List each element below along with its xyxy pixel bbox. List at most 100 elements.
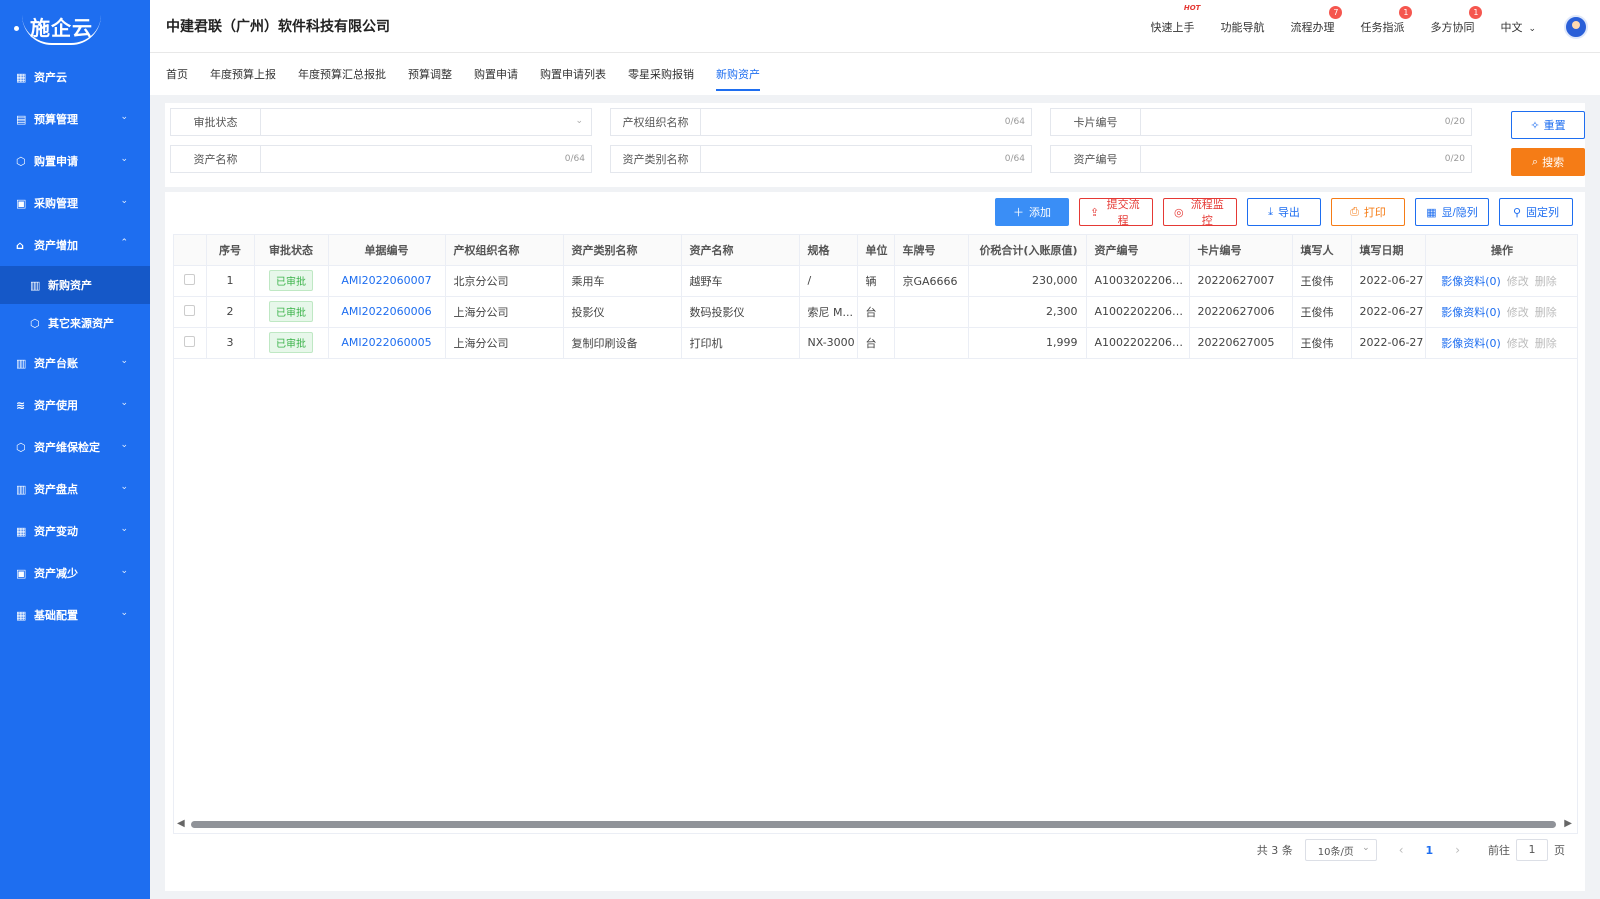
edit-link: 修改 xyxy=(1506,336,1529,350)
sidebar-item[interactable]: ▦ 资产云 xyxy=(0,56,150,98)
cell-spec: NX-3000 xyxy=(799,327,858,359)
print-button[interactable]: ⎙ 打印 xyxy=(1331,198,1405,226)
sidebar-item[interactable]: ⬡ 资产维保检定 ⌄ xyxy=(0,426,150,468)
sidebar-item[interactable]: ⌂ 资产增加 ⌃ xyxy=(0,224,150,266)
column-header: 价税合计(入账原值) xyxy=(968,235,1087,266)
asset-no-input[interactable]: 0/20 xyxy=(1141,146,1471,172)
column-header: 卡片编号 xyxy=(1189,235,1293,266)
tab-item[interactable]: 年度预算汇总报批 xyxy=(298,53,386,95)
row-checkbox[interactable] xyxy=(184,273,196,285)
flow-monitor-label: 流程监控 xyxy=(1190,199,1224,227)
table-toolbar: ＋ 添加 ⇪ 提交流程 ◎ 流程监控 ⤓ 导出 ⎙ 打印 ▦ 显/隐列 ⚲ 固定列 xyxy=(985,198,1573,227)
cell-amount: 2,300 xyxy=(968,296,1087,328)
view-images-link[interactable]: 影像资料(0) xyxy=(1441,337,1501,350)
cube-icon: ⬡ xyxy=(16,441,26,454)
sidebar-item-label: 资产增加 xyxy=(34,239,78,252)
table-body: 1 已审批 AMI2022060007 北京分公司 乘用车 越野车 / 辆京GA6666 230… xyxy=(174,265,1577,359)
plus-icon: ＋ xyxy=(1013,207,1024,219)
cell-asset-no: A1003202206007 xyxy=(1086,265,1190,297)
view-images-link[interactable]: 影像资料(0) xyxy=(1441,275,1501,288)
scroll-right-icon[interactable]: ▶ xyxy=(1564,818,1572,829)
sidebar-item[interactable]: ≋ 资产使用 ⌄ xyxy=(0,384,150,426)
page-size-select[interactable]: 10条/页 ⌄ xyxy=(1304,839,1377,861)
tab-item[interactable]: 新购资产 xyxy=(716,53,760,95)
table-row[interactable]: 1 已审批 AMI2022060007 北京分公司 乘用车 越野车 / 辆京GA6666 230… xyxy=(174,265,1577,297)
chevron-down-icon: ⌄ xyxy=(120,112,128,122)
sidebar-item[interactable]: ▤ 预算管理 ⌄ xyxy=(0,98,150,140)
filter-asset-category[interactable]: 资产类别名称 0/64 xyxy=(610,145,1032,173)
delete-link: 删除 xyxy=(1534,336,1557,350)
row-checkbox[interactable] xyxy=(184,304,196,316)
sidebar-item[interactable]: ▦ 资产变动 ⌄ xyxy=(0,510,150,552)
search-button[interactable]: ⌕ 搜索 xyxy=(1511,148,1585,176)
table-row[interactable]: 2 已审批 AMI2022060006 上海分公司 投影仪 数码投影仪 索尼 M... 台 2,… xyxy=(174,296,1577,328)
filter-approval-status[interactable]: 审批状态 ⌄ xyxy=(170,108,592,136)
sidebar-subitem[interactable]: ▥ 新购资产 xyxy=(0,266,150,304)
cell-category: 复制印刷设备 xyxy=(563,327,682,359)
export-button[interactable]: ⤓ 导出 xyxy=(1247,198,1321,226)
prev-page-icon[interactable]: ‹ xyxy=(1399,843,1404,857)
toggle-columns-button[interactable]: ▦ 显/隐列 xyxy=(1415,198,1489,226)
filter-asset-name[interactable]: 资产名称 0/64 xyxy=(170,145,592,173)
sidebar-item[interactable]: ▥ 资产台账 ⌄ xyxy=(0,342,150,384)
sidebar-subitem[interactable]: ⬡ 其它来源资产 xyxy=(0,304,150,342)
page-number[interactable]: 1 xyxy=(1426,844,1434,857)
chevron-down-icon: ⌄ xyxy=(120,154,128,164)
header-link-process[interactable]: 流程办理 7 xyxy=(1290,5,1343,35)
doc-number-link[interactable]: AMI2022060006 xyxy=(341,305,431,318)
chevron-down-icon: ⌄ xyxy=(120,440,128,450)
horizontal-scrollbar[interactable]: ◀ ▶ xyxy=(173,817,1578,831)
sidebar-menu: ▦ 资产云 ▤ 预算管理 ⌄ ⬡ 购置申请 ⌄ ▣ 采购管理 ⌄ ⌂ 资产增加 ⌃ ▥ 新购资产 ⬡ 其它来源资产… xyxy=(0,56,150,636)
header-link-quick-start[interactable]: 快速上手 HOT xyxy=(1150,4,1200,35)
cell-plate xyxy=(894,296,969,328)
header-link-nav[interactable]: 功能导航 xyxy=(1220,19,1264,35)
tab-item[interactable]: 购置申请 xyxy=(474,53,518,95)
tab-item[interactable]: 预算调整 xyxy=(408,53,452,95)
asset-category-input[interactable]: 0/64 xyxy=(701,146,1031,172)
filter-asset-no[interactable]: 资产编号 0/20 xyxy=(1050,145,1472,173)
reset-icon: ✧ xyxy=(1530,119,1540,132)
tab-item[interactable]: 零星采购报销 xyxy=(628,53,694,95)
sidebar-item[interactable]: ▣ 采购管理 ⌄ xyxy=(0,182,150,224)
header-link-tasks[interactable]: 任务指派 1 xyxy=(1360,5,1413,35)
header-link-collab[interactable]: 多方协同 1 xyxy=(1430,5,1483,35)
flow-monitor-button[interactable]: ◎ 流程监控 xyxy=(1163,198,1237,227)
sidebar-item[interactable]: ▦ 基础配置 ⌄ xyxy=(0,594,150,636)
avatar[interactable] xyxy=(1564,14,1588,39)
filter-card-no[interactable]: 卡片编号 0/20 xyxy=(1050,108,1472,136)
table-row[interactable]: 3 已审批 AMI2022060005 上海分公司 复制印刷设备 打印机 NX-3000 台 1… xyxy=(174,327,1577,359)
tab-item[interactable]: 年度预算上报 xyxy=(210,53,276,95)
edit-link: 修改 xyxy=(1506,274,1529,288)
reset-button[interactable]: ✧ 重置 xyxy=(1511,111,1585,139)
submit-flow-button[interactable]: ⇪ 提交流程 xyxy=(1079,198,1153,227)
column-header: 资产编号 xyxy=(1086,235,1190,266)
sidebar-item[interactable]: ▥ 资产盘点 ⌄ xyxy=(0,468,150,510)
view-images-link[interactable]: 影像资料(0) xyxy=(1441,306,1501,319)
next-page-icon[interactable]: › xyxy=(1455,843,1460,857)
doc-number-link[interactable]: AMI2022060005 xyxy=(341,336,431,349)
approval-status-select[interactable]: ⌄ xyxy=(261,109,591,135)
coins-icon: ▥ xyxy=(16,357,27,370)
logo[interactable]: 施企云 xyxy=(0,0,150,56)
tab-item[interactable]: 购置申请列表 xyxy=(540,53,606,95)
org-name-input[interactable]: 0/64 xyxy=(701,109,1031,135)
row-checkbox[interactable] xyxy=(184,335,196,347)
hot-badge: HOT xyxy=(1183,3,1201,12)
cell-operations: 影像资料(0) 修改 删除 xyxy=(1425,265,1577,297)
fix-columns-button[interactable]: ⚲ 固定列 xyxy=(1499,198,1573,226)
data-table: 序号 审批状态 单据编号 产权组织名称 资产类别名称 资产名称 规格 单位 车牌号 价税合计(入账… xyxy=(174,235,1577,359)
goto-page-input[interactable]: 1 xyxy=(1516,839,1548,861)
tab-item[interactable]: 首页 xyxy=(166,53,188,95)
scroll-left-icon[interactable]: ◀ xyxy=(177,818,185,829)
add-button[interactable]: ＋ 添加 xyxy=(995,198,1069,226)
sidebar-item[interactable]: ▣ 资产减少 ⌄ xyxy=(0,552,150,594)
filter-org-name[interactable]: 产权组织名称 0/64 xyxy=(610,108,1032,136)
scrollbar-thumb[interactable] xyxy=(191,821,1556,828)
doc-number-link[interactable]: AMI2022060007 xyxy=(341,274,431,287)
card-no-input[interactable]: 0/20 xyxy=(1141,109,1471,135)
chevron-down-icon: ⌄ xyxy=(120,482,128,492)
language-select[interactable]: 中文 ⌄ xyxy=(1500,19,1536,35)
asset-name-input[interactable]: 0/64 xyxy=(261,146,591,172)
sidebar-item[interactable]: ⬡ 购置申请 ⌄ xyxy=(0,140,150,182)
cell-spec: / xyxy=(799,265,858,297)
